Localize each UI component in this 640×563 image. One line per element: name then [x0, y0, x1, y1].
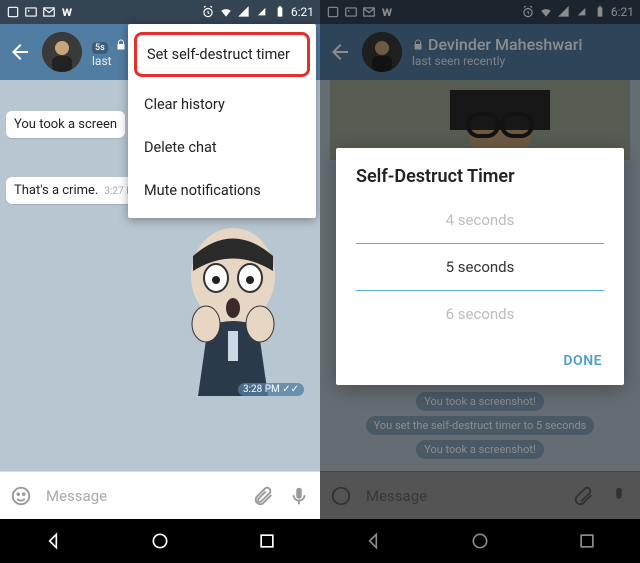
back-icon[interactable]	[8, 40, 32, 64]
wish-icon: w	[60, 5, 74, 19]
alarm-icon	[201, 5, 215, 19]
picker-option[interactable]: 4 seconds	[356, 197, 604, 243]
overflow-menu: Set self-destruct timer Clear history De…	[128, 24, 316, 218]
sticker-time: 3:28 PM ✓✓	[238, 383, 304, 396]
android-navbar	[0, 519, 320, 563]
sticker-message[interactable]: 3:28 PM ✓✓	[158, 216, 308, 400]
timer-picker[interactable]: 4 seconds 5 seconds 6 seconds	[336, 197, 624, 337]
mic-icon[interactable]	[288, 485, 310, 507]
signal-icon	[237, 5, 251, 19]
sticker-shocked-man	[158, 216, 308, 396]
nav-home-icon[interactable]	[150, 531, 170, 551]
self-destruct-dialog: Self-Destruct Timer 4 seconds 5 seconds …	[336, 148, 624, 385]
battery-icon	[273, 5, 287, 19]
screenshot-icon	[6, 5, 20, 19]
nav-recents-icon[interactable]	[257, 531, 277, 551]
message-in[interactable]: You took a screen	[6, 111, 125, 138]
emoji-icon[interactable]	[10, 485, 32, 507]
picker-option[interactable]: 6 seconds	[356, 291, 604, 337]
message-input[interactable]: Message	[46, 487, 238, 505]
menu-item-mute[interactable]: Mute notifications	[128, 169, 316, 212]
picker-option-selected[interactable]: 5 seconds	[356, 243, 604, 291]
attach-icon[interactable]	[252, 485, 274, 507]
gmail-icon	[42, 5, 56, 19]
avatar[interactable]	[42, 32, 82, 72]
composer: Message	[0, 471, 320, 519]
lock-icon	[115, 39, 127, 51]
wifi-icon	[219, 5, 233, 19]
phone-right: w 6:21 Devinder Maheshwari last seen rec…	[320, 0, 640, 563]
menu-item-self-destruct[interactable]: Set self-destruct timer	[134, 32, 310, 77]
statusbar-time: 6:21	[291, 5, 314, 19]
menu-item-clear-history[interactable]: Clear history	[128, 83, 316, 126]
secret-timer-badge: 5s	[92, 42, 108, 55]
signal2-icon	[255, 5, 269, 19]
menu-item-delete-chat[interactable]: Delete chat	[128, 126, 316, 169]
dialog-title: Self-Destruct Timer	[336, 166, 624, 197]
nav-back-icon[interactable]	[43, 531, 63, 551]
done-button[interactable]: DONE	[553, 345, 612, 377]
phone-left: w 6:21 5s D last You to You took a scree…	[0, 0, 320, 563]
image-icon	[24, 5, 38, 19]
status-bar: w 6:21	[0, 0, 320, 24]
